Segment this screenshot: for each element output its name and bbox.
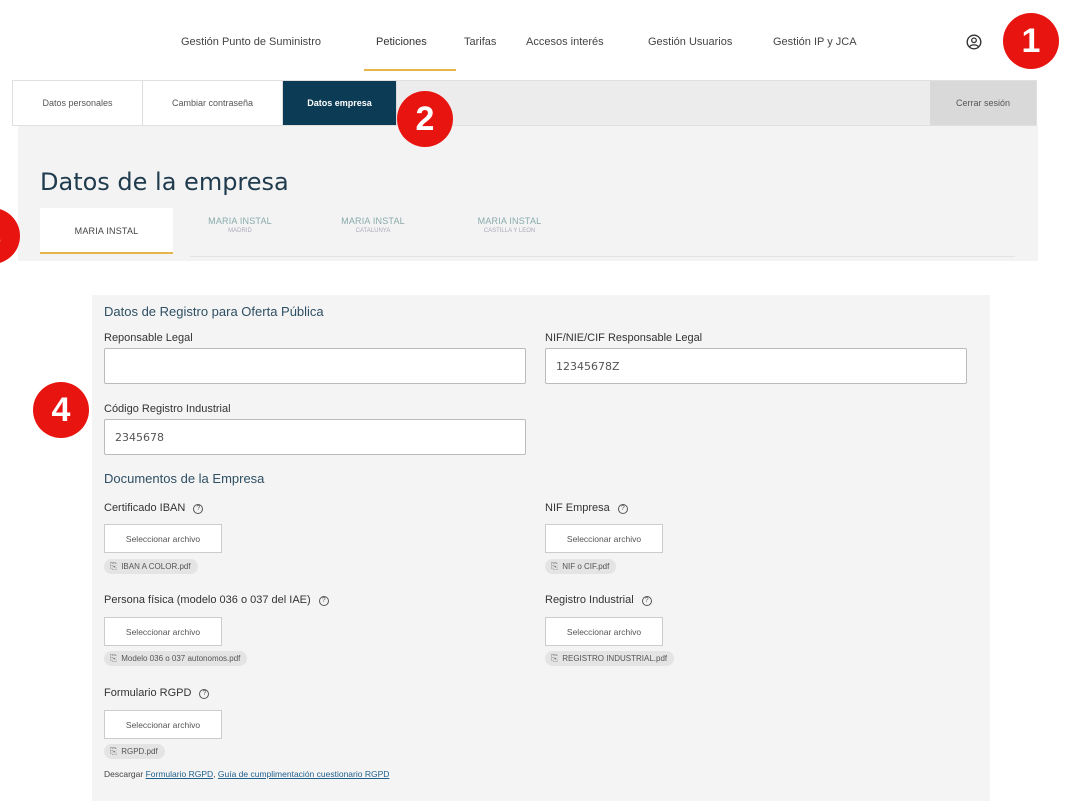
marker-1: 1 xyxy=(1003,13,1059,69)
help-icon[interactable]: ? xyxy=(617,504,628,514)
codigo-registro-input[interactable]: 2345678 xyxy=(104,419,526,455)
nav-gestion-punto-suministro[interactable]: Gestión Punto de Suministro xyxy=(181,36,321,48)
download-separator: , xyxy=(213,769,216,779)
file-chip-registro-industrial[interactable]: ⎘ REGISTRO INDUSTRIAL.pdf xyxy=(545,651,675,666)
account-tab-bar: Datos personales Cambiar contraseña Dato… xyxy=(12,80,1037,126)
nif-responsable-label: NIF/NIE/CIF Responsable Legal xyxy=(545,332,703,344)
responsable-legal-input[interactable] xyxy=(104,348,526,384)
registro-industrial-label-text: Registro Industrial xyxy=(545,594,634,606)
company-tab-sub: MADRID xyxy=(228,228,252,234)
file-name: RGPD.pdf xyxy=(121,747,158,756)
file-chip-rgpd[interactable]: ⎘ RGPD.pdf xyxy=(104,744,165,759)
select-file-button-iban[interactable]: Seleccionar archivo xyxy=(104,524,222,553)
select-file-button-persona-fisica[interactable]: Seleccionar archivo xyxy=(104,617,222,646)
marker-4: 4 xyxy=(33,382,89,438)
top-navigation: Gestión Punto de Suministro Peticiones T… xyxy=(0,0,1065,75)
company-tab-catalunya[interactable]: MARIA INSTAL CATALUNYA xyxy=(323,216,423,234)
file-name: NIF o CIF.pdf xyxy=(562,562,610,571)
download-prefix: Descargar xyxy=(104,769,144,779)
paperclip-icon: ⎘ xyxy=(551,653,559,663)
company-tab-castilla-leon[interactable]: MARIA INSTAL CASTILLA Y LEON xyxy=(457,216,562,234)
responsable-legal-label: Reponsable Legal xyxy=(104,332,193,344)
file-name: IBAN A COLOR.pdf xyxy=(121,562,191,571)
guia-rgpd-link[interactable]: Guía de cumplimentación cuestionario RGP… xyxy=(218,769,390,779)
company-tab-sub: CATALUNYA xyxy=(355,228,391,234)
persona-fisica-label-text: Persona física (modelo 036 o 037 del IAE… xyxy=(104,594,311,606)
codigo-registro-label: Código Registro Industrial xyxy=(104,403,231,415)
documentos-section-title: Documentos de la Empresa xyxy=(104,471,265,486)
file-chip-persona-fisica[interactable]: ⎘ Modelo 036 o 037 autonomos.pdf xyxy=(104,651,248,666)
paperclip-icon: ⎘ xyxy=(110,653,118,663)
formulario-rgpd-label: Formulario RGPD? xyxy=(104,687,210,699)
select-file-button-registro-industrial[interactable]: Seleccionar archivo xyxy=(545,617,663,646)
logout-button[interactable]: Cerrar sesión xyxy=(930,81,1036,125)
company-tab-name: MARIA INSTAL xyxy=(74,226,139,236)
company-tab-name: MARIA INSTAL xyxy=(208,216,272,226)
download-links: Descargar Formulario RGPD, Guía de cumpl… xyxy=(104,769,389,779)
marker-2: 2 xyxy=(397,91,453,147)
paperclip-icon: ⎘ xyxy=(551,561,559,571)
file-chip-iban[interactable]: ⎘ IBAN A COLOR.pdf xyxy=(104,559,198,574)
company-form: Datos de Registro para Oferta Pública Re… xyxy=(92,295,990,801)
select-file-button-nif[interactable]: Seleccionar archivo xyxy=(545,524,663,553)
help-icon[interactable]: ? xyxy=(641,596,652,606)
active-nav-underline xyxy=(364,69,456,71)
registro-section-title: Datos de Registro para Oferta Pública xyxy=(104,304,324,319)
company-card: Datos de la empresa MARIA INSTAL MARIA I… xyxy=(18,126,1038,261)
page-title: Datos de la empresa xyxy=(40,168,289,196)
company-tab-sub: CASTILLA Y LEON xyxy=(483,228,536,234)
company-tab-name: MARIA INSTAL xyxy=(341,216,405,226)
formulario-rgpd-link[interactable]: Formulario RGPD xyxy=(146,769,214,779)
company-tab-name: MARIA INSTAL xyxy=(477,216,542,226)
tab-datos-personales[interactable]: Datos personales xyxy=(13,81,143,125)
tab-datos-empresa[interactable]: Datos empresa xyxy=(283,81,397,125)
formulario-rgpd-label-text: Formulario RGPD xyxy=(104,687,192,699)
registro-industrial-label: Registro Industrial? xyxy=(545,594,652,606)
help-icon[interactable]: ? xyxy=(318,596,329,606)
company-tab-maria-instal[interactable]: MARIA INSTAL xyxy=(40,208,173,254)
file-chip-nif[interactable]: ⎘ NIF o CIF.pdf xyxy=(545,559,617,574)
nav-gestion-ip-jca[interactable]: Gestión IP y JCA xyxy=(773,36,857,48)
certificado-iban-label-text: Certificado IBAN xyxy=(104,502,186,514)
company-tabs: MARIA INSTAL MARIA INSTAL MADRID MARIA I… xyxy=(40,208,1015,258)
select-file-button-rgpd[interactable]: Seleccionar archivo xyxy=(104,710,222,739)
paperclip-icon: ⎘ xyxy=(110,746,118,756)
paperclip-icon: ⎘ xyxy=(110,561,118,571)
nav-accesos-interes[interactable]: Accesos interés xyxy=(526,36,604,48)
company-tab-madrid[interactable]: MARIA INSTAL MADRID xyxy=(190,216,290,234)
nav-tarifas[interactable]: Tarifas xyxy=(464,36,496,48)
user-circle-icon[interactable] xyxy=(966,34,982,50)
certificado-iban-label: Certificado IBAN? xyxy=(104,502,204,514)
persona-fisica-label: Persona física (modelo 036 o 037 del IAE… xyxy=(104,594,329,606)
file-name: Modelo 036 o 037 autonomos.pdf xyxy=(121,654,241,663)
help-icon[interactable]: ? xyxy=(199,689,210,699)
marker-3: 3 xyxy=(0,208,20,264)
nif-responsable-input[interactable]: 12345678Z xyxy=(545,348,967,384)
tab-cambiar-contrasena[interactable]: Cambiar contraseña xyxy=(143,81,283,125)
company-tabs-divider xyxy=(190,256,1015,257)
nif-empresa-label-text: NIF Empresa xyxy=(545,502,610,514)
nif-empresa-label: NIF Empresa? xyxy=(545,502,628,514)
help-icon[interactable]: ? xyxy=(193,504,204,514)
file-name: REGISTRO INDUSTRIAL.pdf xyxy=(562,654,668,663)
nav-gestion-usuarios[interactable]: Gestión Usuarios xyxy=(648,36,732,48)
nav-peticiones[interactable]: Peticiones xyxy=(376,36,427,48)
